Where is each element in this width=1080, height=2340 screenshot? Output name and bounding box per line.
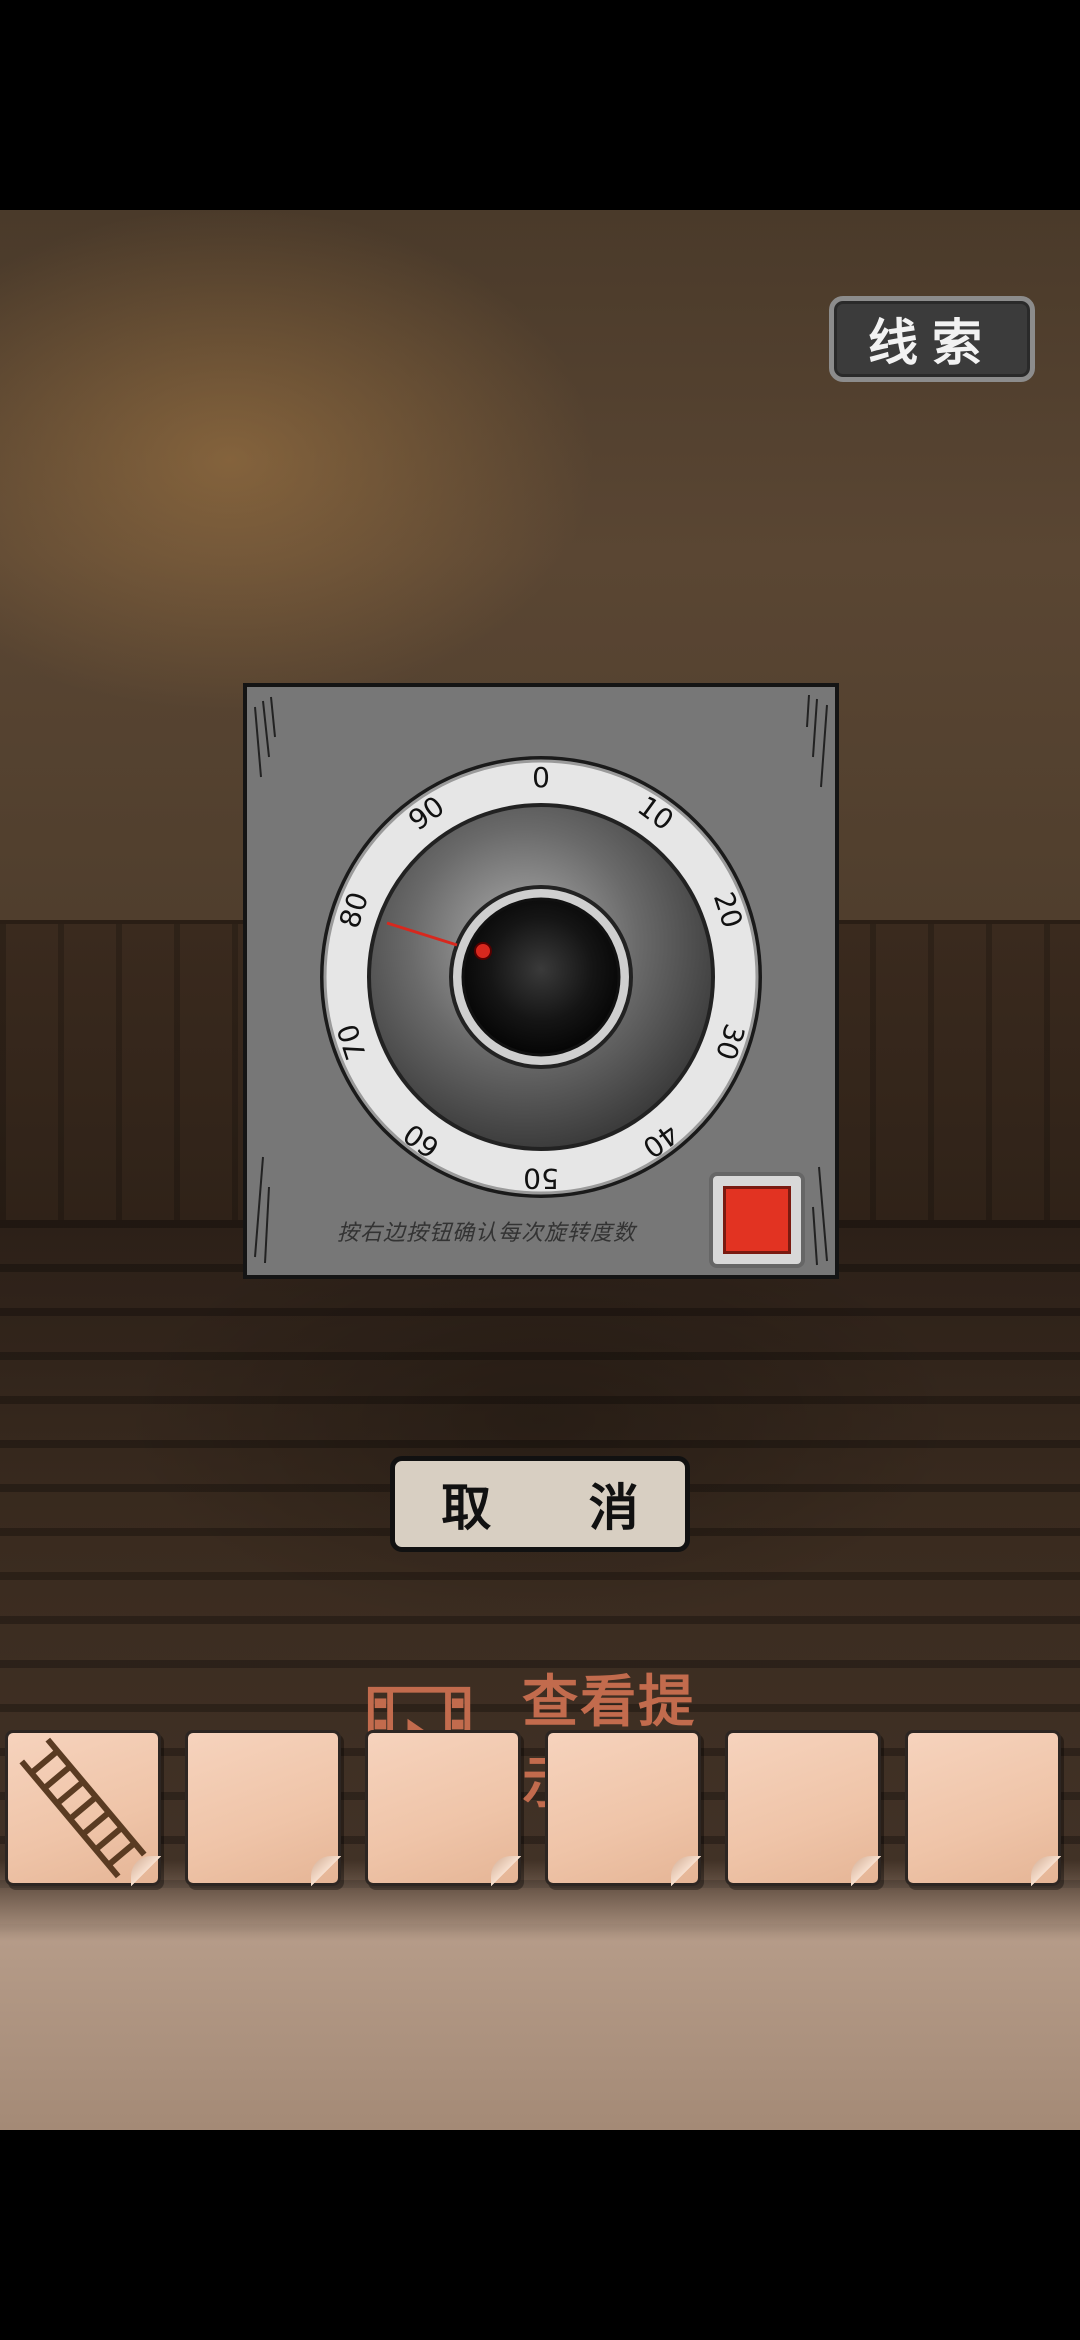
safe-lock-panel: 0 10 20 30 40 50 60 70 80 90 按右边按钮确认每次旋转… xyxy=(243,683,839,1279)
inventory-slot-2[interactable] xyxy=(185,1730,341,1886)
cancel-label: 取 消 xyxy=(441,1479,679,1537)
inventory-bar xyxy=(0,1860,1080,2130)
inventory-slot-5[interactable] xyxy=(725,1730,881,1886)
inventory-slot-4[interactable] xyxy=(545,1730,701,1886)
ladder-icon xyxy=(19,1737,147,1879)
inventory-slot-6[interactable] xyxy=(905,1730,1061,1886)
inventory-slot-1[interactable] xyxy=(5,1730,161,1886)
dial-number-0: 0 xyxy=(532,761,550,794)
clue-label: 线索 xyxy=(868,314,996,372)
dial-number-50: 50 xyxy=(523,1162,559,1195)
red-button-face xyxy=(723,1186,791,1254)
inventory-slot-3[interactable] xyxy=(365,1730,521,1886)
cancel-button[interactable]: 取 消 xyxy=(390,1456,690,1552)
clue-button[interactable]: 线索 xyxy=(829,296,1035,382)
instruction-text: 按右边按钮确认每次旋转度数 xyxy=(337,1221,637,1246)
confirm-rotation-button[interactable] xyxy=(709,1172,805,1268)
dial-marker-dot xyxy=(474,942,492,960)
